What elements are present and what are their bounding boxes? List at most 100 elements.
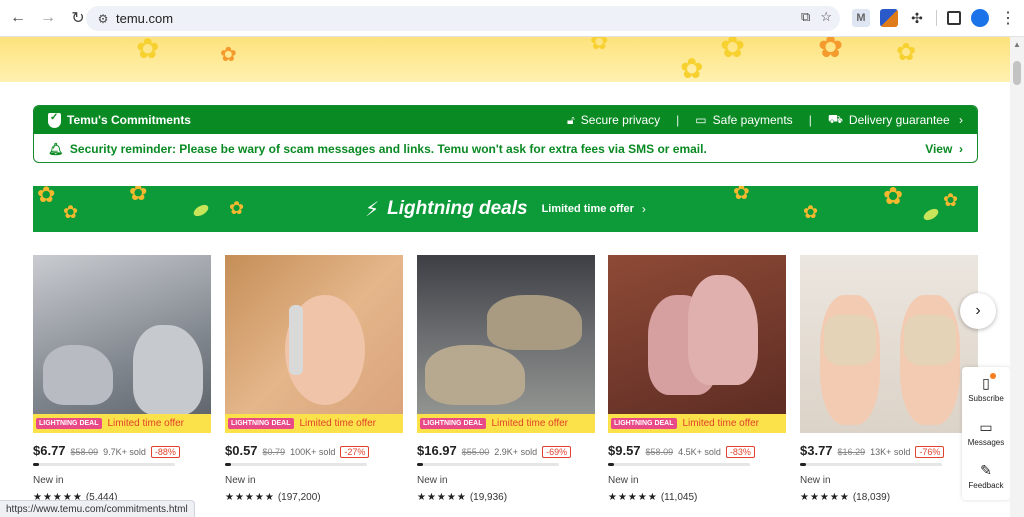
discount-badge: -88%: [150, 446, 180, 458]
commitments-title: Temu's Commitments: [67, 113, 191, 127]
original-price: $16.29: [837, 447, 866, 457]
page-content: ✿ ✿ ✿ ✿ ✿ ✿ ✿ Temu's Commitments 🔓︎ Secu…: [0, 37, 1010, 517]
badge-text: Limited time offer: [491, 418, 569, 429]
flower-decoration-icon: ✿: [883, 186, 904, 210]
side-panel-icon[interactable]: [947, 11, 961, 25]
new-in-label: New in: [608, 475, 639, 486]
star-rating-icon: ★★★★★: [225, 492, 275, 503]
shield-check-icon: [48, 112, 61, 128]
page-scrollbar[interactable]: ▲: [1010, 37, 1024, 517]
flower-decoration-icon: ✿: [943, 190, 959, 210]
new-in-label: New in: [225, 475, 256, 486]
flower-decoration-icon: ✿: [720, 37, 746, 64]
url-text[interactable]: temu.com: [116, 11, 173, 26]
product-card[interactable]: LIGHTNING DEAL Limited time offer $16.97 …: [417, 255, 595, 503]
lightning-deal-badge: LIGHTNING DEAL Limited time offer: [33, 414, 211, 433]
chevron-right-icon: ›: [955, 113, 963, 127]
original-price: $0.79: [262, 447, 286, 457]
product-image-sneakers[interactable]: LIGHTNING DEAL Limited time offer: [33, 255, 211, 433]
shoe-shape: [487, 295, 582, 350]
flower-decoration-icon: ✿: [37, 186, 56, 207]
discount-badge: -27%: [340, 446, 370, 458]
gmail-extension-icon[interactable]: M: [852, 9, 870, 27]
flower-decoration-icon: ✿: [803, 202, 819, 222]
deal-tag: LIGHTNING DEAL: [611, 418, 677, 429]
back-icon[interactable]: ←: [4, 4, 32, 32]
review-count: (19,936): [469, 492, 508, 503]
badge-text: Limited time offer: [107, 418, 185, 429]
extension-tile-icon[interactable]: [880, 9, 898, 27]
shoe-shape: [425, 345, 525, 405]
subscribe-button[interactable]: ▯ Subscribe: [962, 373, 1010, 403]
profile-avatar-icon[interactable]: [971, 9, 989, 27]
progress-fill: [33, 463, 39, 466]
forward-icon[interactable]: →: [34, 4, 62, 32]
product-card[interactable]: LIGHTNING DEAL Limited time offer $0.57 $…: [225, 255, 403, 503]
product-image-loafers[interactable]: LIGHTNING DEAL Limited time offer: [417, 255, 595, 433]
site-info-icon[interactable]: ⚙: [90, 12, 116, 26]
flower-decoration-icon: ✿: [818, 37, 844, 64]
product-card[interactable]: LIGHTNING DEAL Limited time offer $9.57 $…: [608, 255, 786, 503]
scrollbar-thumb[interactable]: [1013, 61, 1021, 85]
deal-tag: LIGHTNING DEAL: [228, 418, 294, 429]
progress-fill: [800, 463, 806, 466]
lightning-deals-banner[interactable]: ✿ ✿ ✿ ✿ ✿ ✿ ✿ ✿ ⚡︎ Lightning deals Limit…: [33, 186, 978, 232]
view-link[interactable]: View ›: [925, 142, 963, 156]
commitments-header[interactable]: Temu's Commitments 🔓︎ Secure privacy | ▭…: [34, 106, 977, 134]
progress-fill: [608, 463, 614, 466]
messages-button[interactable]: ▭ Messages: [962, 419, 1010, 447]
rating: ★★★★★ (197,200): [225, 492, 403, 503]
product-image-pink-sneakers[interactable]: LIGHTNING DEAL Limited time offer: [608, 255, 786, 433]
flower-decoration-icon: ✿: [63, 202, 79, 222]
product-card[interactable]: $3.77 $16.29 13K+ sold -76% New in ★★★★★…: [800, 255, 978, 503]
price: $9.57: [608, 443, 641, 458]
chevron-right-icon: ›: [975, 302, 981, 319]
new-in-label: New in: [800, 475, 831, 486]
deal-tag: LIGHTNING DEAL: [36, 418, 102, 429]
commitment-delivery-guarantee[interactable]: ⛟ Delivery guarantee ›: [828, 112, 963, 128]
sold-count: 4.5K+ sold: [678, 447, 721, 457]
flower-decoration-icon: ✿: [680, 53, 704, 83]
product-carousel: LIGHTNING DEAL Limited time offer $6.77 $…: [33, 255, 993, 517]
security-reminder-text: Security reminder: Please be wary of sca…: [69, 141, 707, 156]
pad-shape: [904, 315, 956, 365]
hero-banner[interactable]: ✿ ✿ ✿ ✿ ✿ ✿ ✿: [0, 37, 1010, 82]
shoe-shape: [43, 345, 113, 405]
browser-menu-icon[interactable]: ⋮: [999, 9, 1017, 27]
commitment-label: Safe payments: [712, 113, 793, 127]
star-rating-icon: ★★★★★: [800, 492, 850, 503]
browser-toolbar: ← → ↻ ⚙ temu.com ⧉ ☆ M ✣ ⋮: [0, 0, 1024, 37]
flower-decoration-icon: ✿: [229, 198, 245, 218]
address-bar[interactable]: ⚙ temu.com ⧉ ☆: [86, 6, 840, 31]
flower-decoration-icon: ✿: [220, 44, 237, 66]
lightning-deal-badge: LIGHTNING DEAL Limited time offer: [225, 414, 403, 433]
flower-decoration-icon: ✿: [896, 39, 917, 66]
product-card[interactable]: LIGHTNING DEAL Limited time offer $6.77 $…: [33, 255, 211, 503]
security-reminder[interactable]: 🔔︎ Security reminder: Please be wary of …: [34, 134, 977, 162]
scroll-up-icon[interactable]: ▲: [1010, 40, 1024, 49]
product-image-foot-pads[interactable]: [800, 255, 978, 433]
messages-label: Messages: [967, 438, 1005, 447]
commitment-safe-payments[interactable]: ▭ Safe payments: [695, 113, 792, 127]
sold-count: 100K+ sold: [290, 447, 336, 457]
bookmark-star-icon[interactable]: ☆: [820, 9, 832, 25]
product-image-ear-cuffs[interactable]: LIGHTNING DEAL Limited time offer: [225, 255, 403, 433]
commitment-secure-privacy[interactable]: 🔓︎ Secure privacy: [567, 113, 660, 128]
sold-count: 2.9K+ sold: [494, 447, 538, 457]
truck-icon: ⛟: [827, 112, 843, 126]
feedback-button[interactable]: ✎ Feedback: [962, 462, 1010, 490]
install-app-icon[interactable]: ⧉: [801, 9, 810, 25]
sold-count: 13K+ sold: [870, 447, 911, 457]
lightning-deal-badge: LIGHTNING DEAL Limited time offer: [417, 414, 595, 433]
lightning-icon: ⚡︎: [365, 198, 380, 221]
new-in-label: New in: [417, 475, 448, 486]
extensions-puzzle-icon[interactable]: ✣: [908, 9, 926, 27]
new-in-label: New in: [33, 475, 64, 486]
sales-progress-bar: [417, 463, 559, 466]
subscribe-icon: ▯: [982, 375, 990, 391]
original-price: $55.00: [461, 447, 490, 457]
carousel-next-button[interactable]: ›: [960, 293, 996, 329]
badge-text: Limited time offer: [682, 418, 760, 429]
lightning-deal-badge: LIGHTNING DEAL Limited time offer: [608, 414, 786, 433]
star-rating-icon: ★★★★★: [608, 492, 658, 503]
